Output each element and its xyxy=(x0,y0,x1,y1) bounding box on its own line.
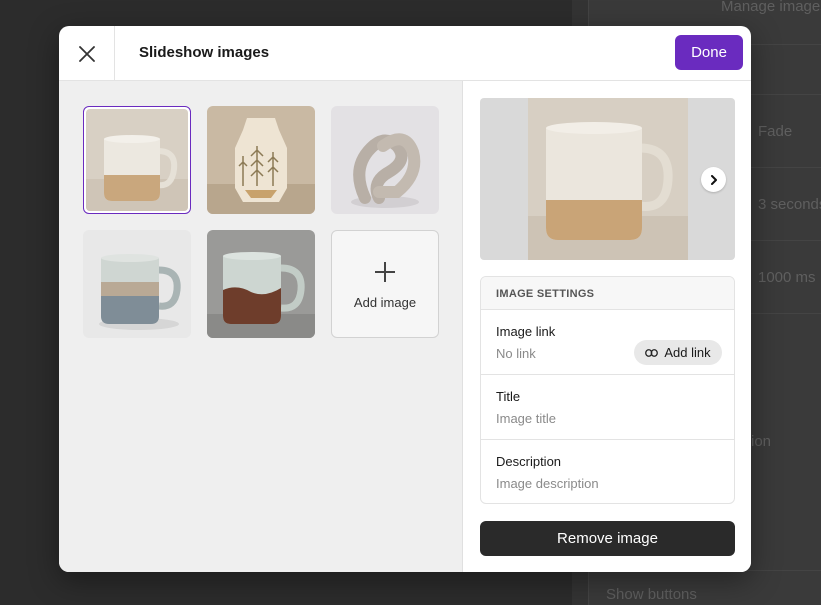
thumbnail-white-mug[interactable] xyxy=(83,106,191,214)
chevron-right-icon xyxy=(710,174,717,185)
bg-header-text: Manage images xyxy=(721,0,821,15)
add-link-label: Add link xyxy=(664,345,711,360)
image-grid: Add image xyxy=(59,81,463,572)
description-input[interactable]: Image description xyxy=(496,476,599,491)
image-settings-heading: IMAGE SETTINGS xyxy=(481,277,734,310)
dialog-title: Slideshow images xyxy=(139,44,270,61)
close-icon xyxy=(78,45,95,62)
close-button[interactable] xyxy=(59,26,115,81)
thumbnail-leaf-vase[interactable] xyxy=(207,106,315,214)
bg-show-buttons-label: Show buttons xyxy=(606,586,697,603)
bg-transition-value: Fade xyxy=(758,123,793,140)
next-image-button[interactable] xyxy=(701,167,726,192)
bg-partial-label: ion xyxy=(751,433,772,450)
title-field[interactable]: Title Image title xyxy=(481,375,734,440)
image-link-field: Image link No link Add link xyxy=(481,310,734,375)
bg-speed-value: 1000 ms xyxy=(758,269,816,286)
image-settings-card: IMAGE SETTINGS Image link No link Add li… xyxy=(480,276,735,504)
image-preview xyxy=(480,98,735,260)
image-settings-panel: IMAGE SETTINGS Image link No link Add li… xyxy=(464,81,751,572)
image-link-value: No link xyxy=(496,346,536,361)
remove-image-button[interactable]: Remove image xyxy=(480,521,735,556)
description-field[interactable]: Description Image description xyxy=(481,440,734,503)
slideshow-images-dialog: Slideshow images Done Add image IMAGE SE… xyxy=(59,26,751,572)
thumbnail-grey-blue-mug[interactable] xyxy=(83,230,191,338)
thumbnail-brown-glaze-mug[interactable] xyxy=(207,230,315,338)
title-input[interactable]: Image title xyxy=(496,411,556,426)
title-label: Title xyxy=(496,389,521,404)
add-link-button[interactable]: Add link xyxy=(634,340,722,365)
done-button[interactable]: Done xyxy=(675,35,743,70)
description-label: Description xyxy=(496,454,562,469)
add-image-button[interactable]: Add image xyxy=(331,230,439,338)
bg-duration-value: 3 seconds xyxy=(758,196,821,213)
link-icon xyxy=(645,348,659,357)
plus-icon xyxy=(375,262,395,282)
thumbnail-knot-sculpture[interactable] xyxy=(331,106,439,214)
image-link-label: Image link xyxy=(496,324,556,339)
preview-image xyxy=(528,98,688,260)
dialog-header: Slideshow images Done xyxy=(59,26,751,81)
add-image-label: Add image xyxy=(353,295,417,310)
